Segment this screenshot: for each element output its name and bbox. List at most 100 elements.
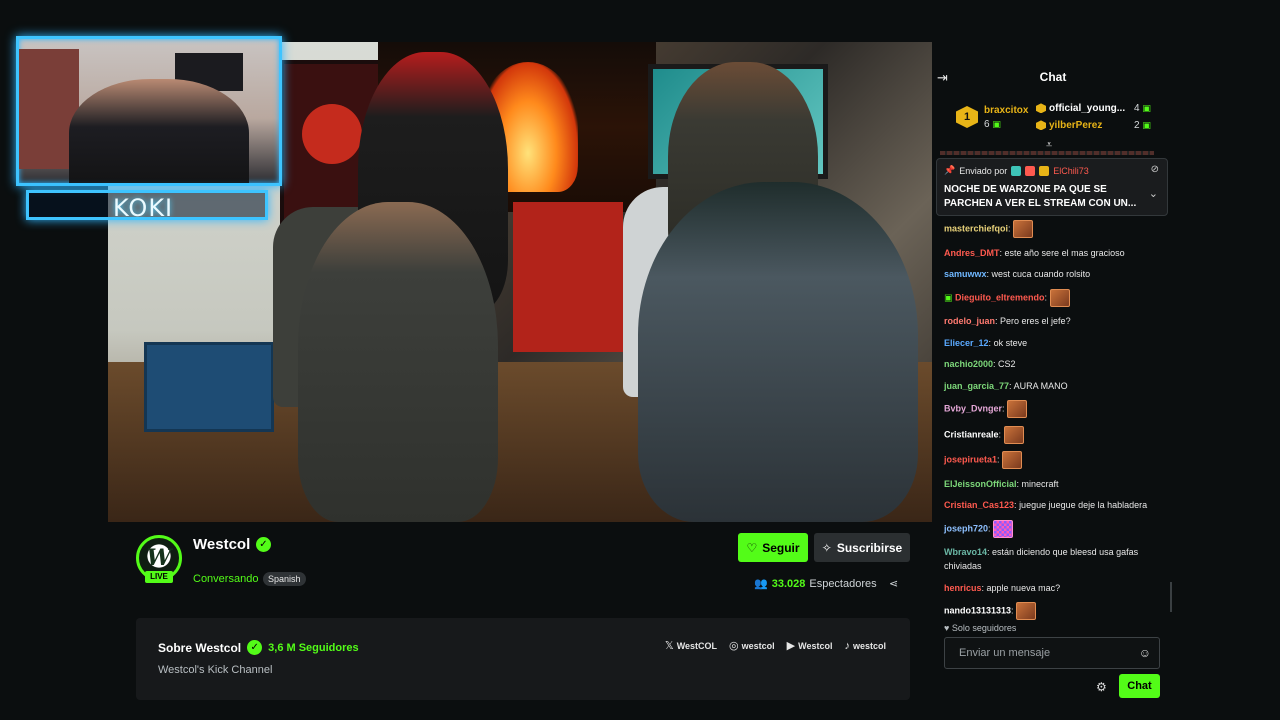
about-title-row: Sobre Westcol ✓ 3,6 M Seguidores: [158, 640, 359, 655]
facecam-person: [69, 79, 249, 183]
follow-button[interactable]: ♡ Seguir: [738, 533, 808, 562]
badge-icon: [1025, 165, 1036, 176]
chat-message: juan_garcia_77: AURA MANO: [944, 379, 1166, 393]
viewer-count-label: Espectadores: [809, 577, 877, 590]
heart-icon: ♥: [944, 623, 950, 633]
chat-username[interactable]: rodelo_juan: [944, 316, 995, 326]
chat-username[interactable]: masterchiefqoi: [944, 223, 1008, 233]
chat-text: AURA MANO: [1013, 380, 1068, 391]
chat-username[interactable]: Eliecer_12: [944, 338, 989, 348]
gift-icon: ▣: [992, 119, 1001, 129]
chat-message: Cristian_Cas123: juegue juegue deje la h…: [944, 498, 1166, 512]
tiktok-icon: ♪: [844, 639, 850, 652]
social-link-instagram[interactable]: ◎ westcol: [729, 639, 775, 652]
chat-username[interactable]: Andres_DMT: [944, 248, 1000, 258]
sparkle-icon: ✧: [821, 540, 832, 555]
leaderboard-count: 2 ▣: [1134, 120, 1151, 131]
pinned-message[interactable]: 📌 Enviado por ElChili73 ⊘ NOCHE DE WARZO…: [936, 158, 1168, 216]
pinned-sent-by-label: Enviado por: [959, 165, 1008, 176]
chat-username[interactable]: Dieguito_eltremendo: [955, 292, 1045, 302]
social-link-youtube[interactable]: ▶ Westcol: [787, 639, 833, 652]
viewers-icon: 👥: [754, 578, 768, 590]
share-icon[interactable]: ⋖: [889, 577, 898, 590]
instagram-icon: ◎: [729, 640, 739, 652]
verified-check-icon: ✓: [247, 640, 263, 655]
language-tag[interactable]: Spanish: [263, 572, 306, 586]
subscribe-button-label: Suscribirse: [836, 540, 903, 555]
chat-message: joseph720:: [944, 519, 1166, 538]
chat-text: Pero eres el jefe?: [1000, 316, 1071, 326]
send-chat-button[interactable]: Chat: [1119, 674, 1160, 698]
emote-icon[interactable]: [1002, 451, 1023, 469]
chat-message: ElJeissonOfficial: minecraft: [944, 477, 1166, 491]
facecam-overlay: [16, 36, 282, 186]
social-link-x[interactable]: 𝕏 WestCOL: [665, 639, 717, 652]
emote-icon[interactable]: [1003, 425, 1024, 444]
leaderboard-name[interactable]: yilberPerez: [1036, 120, 1102, 131]
chat-messages: masterchiefqoi: Andres_DMT: este año ser…: [944, 220, 1166, 628]
followers-only-notice: ♥ Solo seguidores: [944, 623, 1016, 633]
chat-title: Chat: [1039, 70, 1067, 84]
badge-icon: [1011, 165, 1022, 176]
chat-message-input[interactable]: [945, 638, 1135, 668]
pinned-text: NOCHE DE WARZONE PA QUE SE PARCHEN A VER…: [944, 184, 1137, 209]
chat-message: josepirueta1:: [944, 451, 1166, 469]
verified-check-icon: ✓: [256, 537, 271, 552]
viewer-count-number: 33.028: [771, 577, 806, 590]
video-scene-person-seated-right: [638, 182, 918, 522]
hide-pinned-icon[interactable]: ⊘: [1151, 164, 1159, 175]
pinned-meta: 📌 Enviado por ElChili73: [944, 165, 1089, 176]
collapse-chat-icon[interactable]: ⇥: [937, 70, 948, 86]
video-scene-lego-box: [144, 342, 274, 432]
facecam-name-label: KOKI: [113, 194, 174, 222]
chat-message: masterchiefqoi:: [944, 220, 1166, 238]
leaderboard-name[interactable]: official_young...: [1036, 103, 1125, 114]
chat-username[interactable]: Bvby_Dvnger: [944, 403, 1002, 413]
chat-message: Wbravo14: están diciendo que bleesd usa …: [944, 545, 1166, 573]
chat-username[interactable]: josepirueta1: [944, 454, 997, 464]
gear-icon[interactable]: ⚙: [1096, 680, 1107, 694]
chat-username[interactable]: nachio2000: [944, 359, 993, 369]
chat-username[interactable]: samuwwx: [944, 269, 987, 279]
emote-icon[interactable]: [1016, 602, 1037, 620]
avatar-logo-letter: W: [146, 545, 172, 571]
about-title: Sobre Westcol: [158, 640, 242, 655]
leaderboard-count: 4 ▣: [1134, 103, 1151, 114]
chat-text: minecraft: [1021, 478, 1059, 489]
leaderboard-name[interactable]: braxcitox: [984, 105, 1028, 116]
facecam-name-plate: KOKI: [26, 190, 268, 222]
chat-username[interactable]: Wbravo14: [944, 547, 987, 557]
chat-input-box[interactable]: ☺: [944, 637, 1160, 669]
chat-username[interactable]: Cristianreale: [944, 429, 999, 439]
pinned-sender[interactable]: ElChili73: [1053, 166, 1089, 176]
chat-message: Eliecer_12: ok steve: [944, 336, 1166, 350]
social-links: 𝕏 WestCOL ◎ westcol ▶ Westcol ♪ westcol: [665, 639, 886, 653]
chat-separator: :: [998, 428, 1004, 439]
emote-icon[interactable]: [1007, 400, 1028, 418]
channel-description: Westcol's Kick Channel: [158, 664, 273, 676]
channel-name[interactable]: Westcol: [193, 536, 250, 553]
rank-badge: 1: [956, 106, 978, 128]
badge-icon: [1039, 165, 1050, 176]
chat-scrollbar[interactable]: [1170, 582, 1172, 612]
chat-username[interactable]: henricus: [944, 583, 982, 593]
chat-username[interactable]: juan_garcia_77: [944, 381, 1009, 391]
chat-message: rodelo_juan: Pero eres el jefe?: [944, 314, 1166, 328]
emote-icon[interactable]: [1049, 288, 1070, 307]
chat-username[interactable]: ElJeissonOfficial: [944, 479, 1017, 489]
stream-category[interactable]: Conversando: [193, 573, 258, 585]
chat-message: nachio2000: CS2: [944, 357, 1166, 371]
video-scene-person-seated-left: [298, 202, 498, 522]
chat-text: ok steve: [993, 337, 1028, 348]
emote-icon[interactable]: [1013, 220, 1034, 238]
chevron-down-icon[interactable]: ⌄: [1149, 187, 1158, 200]
social-link-tiktok[interactable]: ♪ westcol: [844, 639, 886, 652]
chat-username[interactable]: joseph720: [944, 523, 988, 533]
emote-icon[interactable]: [993, 519, 1014, 538]
chat-username[interactable]: nando13131313: [944, 605, 1011, 615]
subscribe-button[interactable]: ✧ Suscribirse: [814, 533, 910, 562]
chat-message: henricus: apple nueva mac?: [944, 581, 1166, 595]
chat-message: samuwwx: west cuca cuando rolsito: [944, 267, 1166, 281]
emoji-icon[interactable]: ☺: [1139, 646, 1151, 660]
chat-username[interactable]: Cristian_Cas123: [944, 500, 1014, 510]
